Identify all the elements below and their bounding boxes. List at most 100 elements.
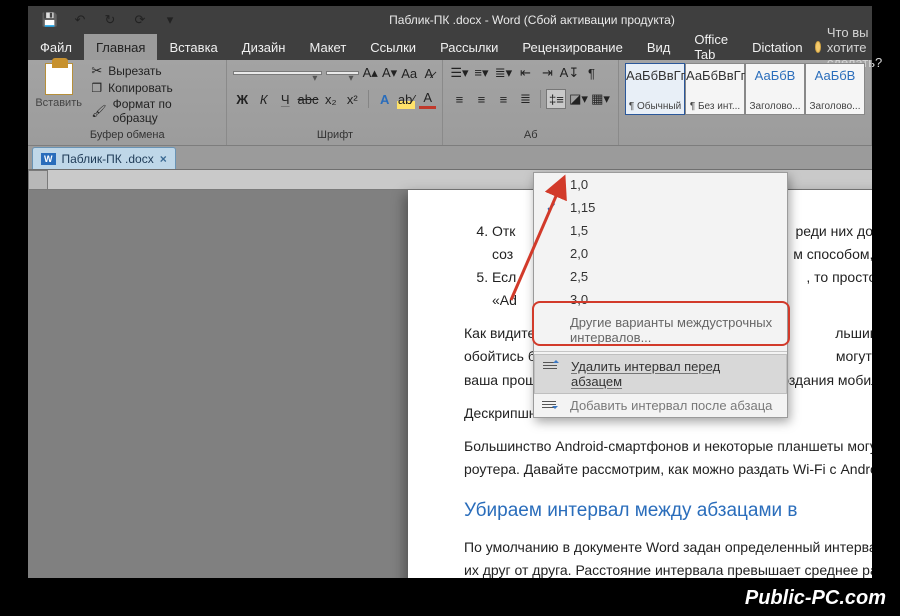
paragraph: Большинство Android-смартфонов и некотор… <box>464 435 872 481</box>
tab-home[interactable]: Главная <box>84 34 157 60</box>
tab-mailings[interactable]: Рассылки <box>428 34 510 60</box>
divider <box>540 90 541 108</box>
spacing-option-1.0[interactable]: 1,0 <box>534 173 787 196</box>
justify-icon[interactable]: ≣ <box>515 89 535 109</box>
paragraph: По умолчанию в документе Word задан опре… <box>464 536 872 578</box>
multilevel-icon[interactable]: ≣▾ <box>493 63 513 83</box>
align-center-icon[interactable]: ≡ <box>471 89 491 109</box>
subscript-button[interactable]: x₂ <box>322 89 340 109</box>
style-label: Заголово... <box>746 101 804 112</box>
close-icon[interactable]: × <box>160 152 167 166</box>
shrink-font-icon[interactable]: A▾ <box>382 63 397 83</box>
spacing-after-icon <box>542 398 556 412</box>
qat-more-icon[interactable]: ▾ <box>160 10 180 30</box>
tab-file[interactable]: Файл <box>28 34 84 60</box>
format-painter-button[interactable]: Формат по образцу <box>89 97 220 125</box>
align-right-icon[interactable]: ≡ <box>493 89 513 109</box>
brush-icon <box>91 104 106 118</box>
decrease-indent-icon[interactable]: ⇤ <box>515 63 535 83</box>
clear-format-icon[interactable]: A̷ <box>421 63 436 83</box>
tab-office-tab[interactable]: Office Tab <box>682 34 740 60</box>
line-spacing-button[interactable]: ‡≡ <box>546 89 566 109</box>
font-group-label: Шрифт <box>233 129 436 143</box>
style-heading1[interactable]: АаБбВ Заголово... <box>745 63 805 115</box>
paragraph-group-label: Аб <box>449 129 612 143</box>
group-paragraph: ☰▾ ≡▾ ≣▾ ⇤ ⇥ A↧ ¶ ≡ ≡ ≡ ≣ ‡≡ ◪▾ ▦▾ Аб <box>443 60 619 145</box>
paste-label: Вставить <box>35 97 82 109</box>
style-nospacing[interactable]: АаБбВвГг, ¶ Без инт... <box>685 63 745 115</box>
redo-icon[interactable]: ↻ <box>100 10 120 30</box>
spacing-option-1.5[interactable]: 1,5 <box>534 219 787 242</box>
style-label: ¶ Без инт... <box>686 101 744 112</box>
strike-button[interactable]: abc <box>298 89 318 109</box>
highlight-button[interactable]: ab⁄ <box>397 89 415 109</box>
save-icon[interactable]: 💾 <box>40 10 60 30</box>
underline-button[interactable]: Ч <box>277 89 295 109</box>
spacing-more-options[interactable]: Другие варианты междустрочных интервалов… <box>534 311 787 349</box>
change-case-icon[interactable]: Aa <box>401 63 417 83</box>
tab-view[interactable]: Вид <box>635 34 683 60</box>
bold-button[interactable]: Ж <box>233 89 251 109</box>
increase-indent-icon[interactable]: ⇥ <box>537 63 557 83</box>
font-color-button[interactable]: A <box>419 89 437 109</box>
scissors-icon <box>91 63 102 79</box>
watermark: Public-PC.com <box>745 587 886 610</box>
clipboard-icon <box>45 63 73 95</box>
copy-button[interactable]: Копировать <box>89 81 220 95</box>
spacing-option-2.0[interactable]: 2,0 <box>534 242 787 265</box>
align-left-icon[interactable]: ≡ <box>449 89 469 109</box>
tab-design[interactable]: Дизайн <box>230 34 298 60</box>
separator <box>534 351 787 352</box>
group-styles: АаБбВвГг,¶ Обычный АаБбВвГг, ¶ Без инт...… <box>619 60 872 145</box>
sort-icon[interactable]: A↧ <box>559 63 579 83</box>
cut-button[interactable]: Вырезать <box>89 63 220 79</box>
word-file-icon: W <box>41 153 56 165</box>
clipboard-group-label: Буфер обмена <box>34 129 220 143</box>
tab-insert[interactable]: Вставка <box>157 34 229 60</box>
titlebar: 💾 ↶ ↻ ⟳ ▾ Паблик-ПК .docx - Word (Сбой а… <box>28 6 872 34</box>
numbering-icon[interactable]: ≡▾ <box>471 63 491 83</box>
pilcrow-icon[interactable]: ¶ <box>581 63 601 83</box>
spacing-before-icon <box>543 359 557 373</box>
quick-access-toolbar: 💾 ↶ ↻ ⟳ ▾ <box>28 10 192 30</box>
tab-dictation[interactable]: Dictation <box>740 34 815 60</box>
borders-icon[interactable]: ▦▾ <box>590 89 610 109</box>
style-heading2[interactable]: АаБбВ Заголово... <box>805 63 865 115</box>
tab-layout[interactable]: Макет <box>297 34 358 60</box>
paste-button[interactable]: Вставить <box>34 63 83 125</box>
font-size-select[interactable] <box>326 71 358 75</box>
text-effects-icon[interactable]: A <box>376 89 394 109</box>
spacing-option-3.0[interactable]: 3,0 <box>534 288 787 311</box>
style-label: Заголово... <box>806 101 864 112</box>
style-preview: АаБбВ <box>746 68 804 83</box>
ribbon: Вставить Вырезать Копировать Формат по о… <box>28 60 872 146</box>
shading-icon[interactable]: ◪▾ <box>568 89 588 109</box>
spacing-option-1.15[interactable]: 1,15 <box>534 196 787 219</box>
style-preview: АаБбВвГг, <box>686 68 744 83</box>
document-tab[interactable]: W Паблик-ПК .docx × <box>32 147 176 169</box>
format-painter-label: Формат по образцу <box>113 97 219 125</box>
remove-space-before[interactable]: Удалить интервал перед абзацем <box>534 354 787 394</box>
copy-label: Копировать <box>108 81 173 95</box>
font-family-select[interactable] <box>233 71 322 75</box>
grow-font-icon[interactable]: A▴ <box>363 63 378 83</box>
bullets-icon[interactable]: ☰▾ <box>449 63 469 83</box>
style-normal[interactable]: АаБбВвГг,¶ Обычный <box>625 63 685 115</box>
tell-me[interactable]: Что вы хотите сделать? <box>815 34 896 60</box>
tab-review[interactable]: Рецензирование <box>510 34 634 60</box>
add-space-after[interactable]: Добавить интервал после абзаца <box>534 394 787 417</box>
superscript-button[interactable]: x² <box>344 89 362 109</box>
tab-references[interactable]: Ссылки <box>358 34 428 60</box>
ribbon-tabs: Файл Главная Вставка Дизайн Макет Ссылки… <box>28 34 872 60</box>
style-preview: АаБбВ <box>806 68 864 83</box>
copy-icon <box>91 81 102 95</box>
group-clipboard: Вставить Вырезать Копировать Формат по о… <box>28 60 227 145</box>
line-spacing-dropdown: 1,0 1,15 1,5 2,0 2,5 3,0 Другие варианты… <box>533 172 788 418</box>
divider <box>368 90 369 108</box>
spacing-option-2.5[interactable]: 2,5 <box>534 265 787 288</box>
refresh-icon[interactable]: ⟳ <box>130 10 150 30</box>
undo-icon[interactable]: ↶ <box>70 10 90 30</box>
word-window: 💾 ↶ ↻ ⟳ ▾ Паблик-ПК .docx - Word (Сбой а… <box>28 6 872 578</box>
italic-button[interactable]: К <box>255 89 273 109</box>
cut-label: Вырезать <box>108 64 161 78</box>
